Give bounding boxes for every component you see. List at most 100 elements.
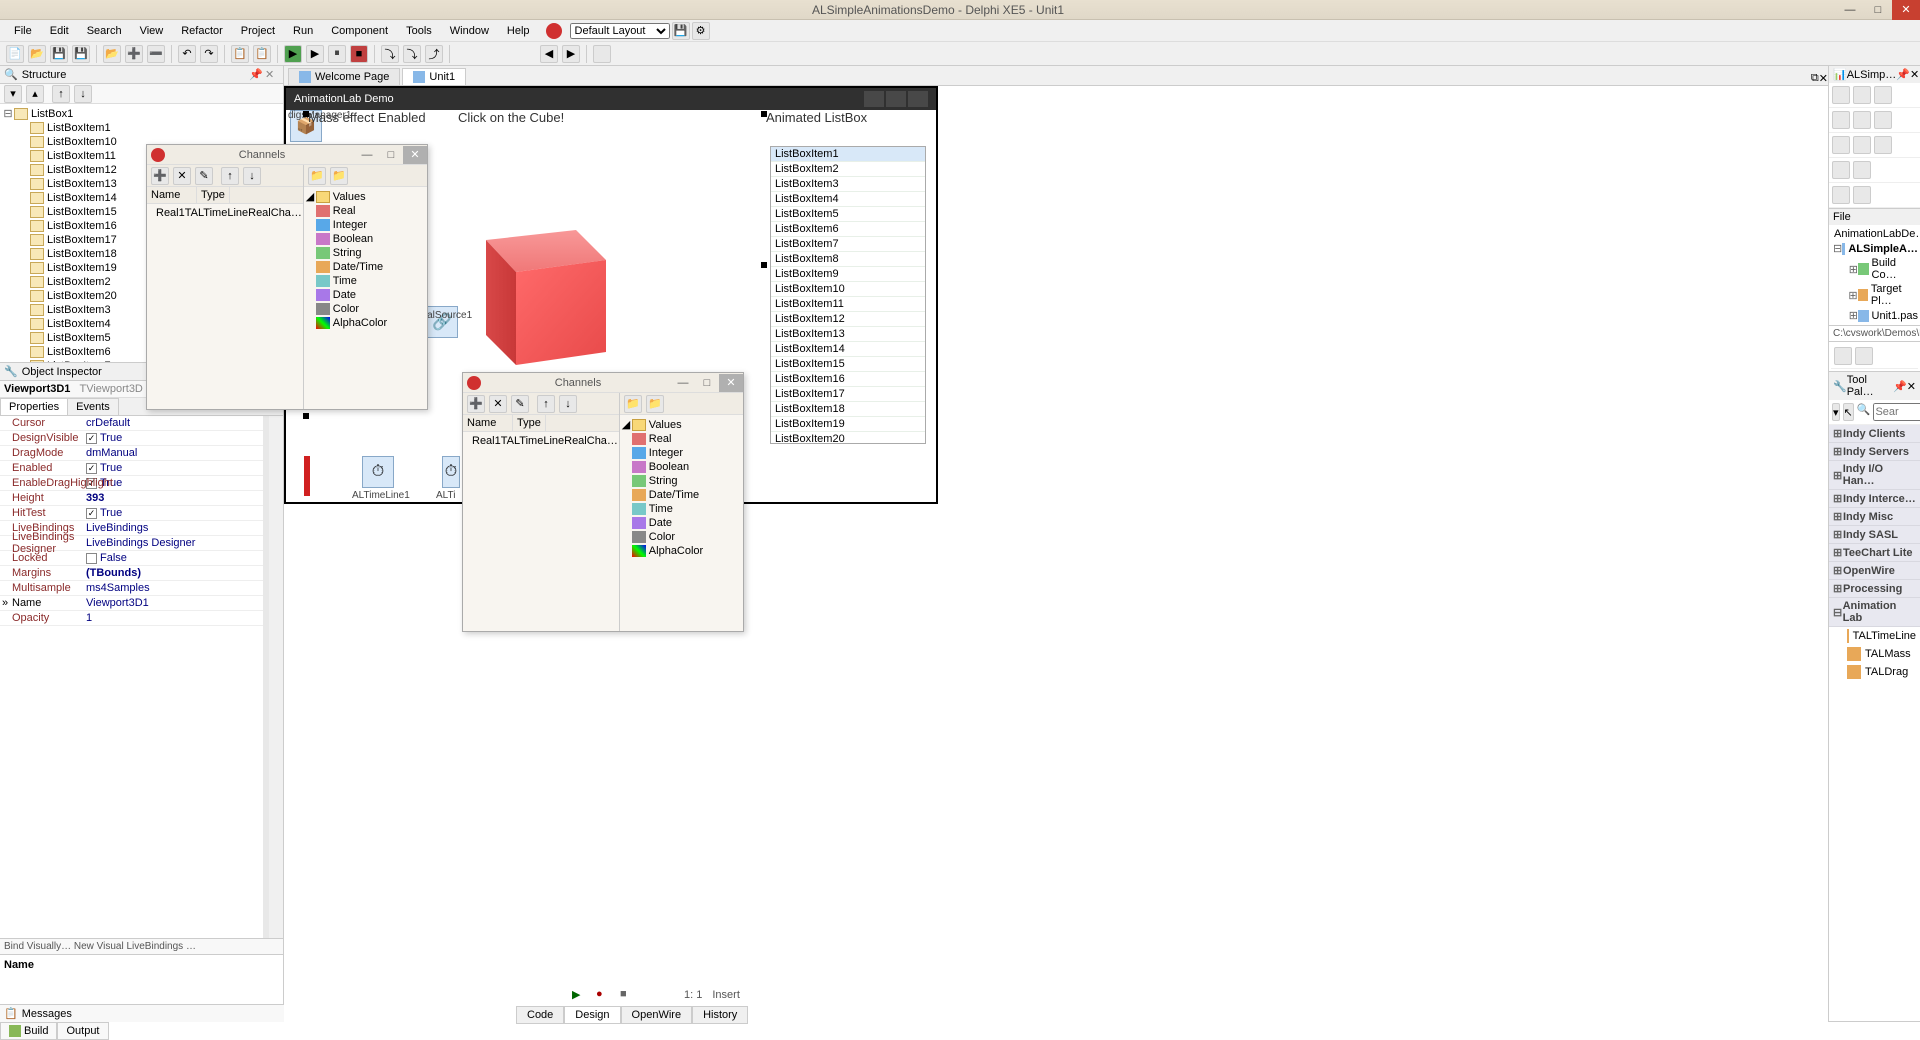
toolpal-category[interactable]: ⊞Processing (1829, 580, 1920, 598)
messages-panel[interactable]: 📋Messages (0, 1004, 284, 1022)
menu-run[interactable]: Run (285, 22, 321, 40)
run-nodebug-button[interactable]: ▶ (306, 45, 324, 63)
proj-pin-icon[interactable]: 📌 (1896, 68, 1910, 81)
listbox-item[interactable]: ListBoxItem4 (771, 192, 925, 207)
property-row[interactable]: CursorcrDefault (0, 416, 263, 431)
menu-help[interactable]: Help (499, 22, 538, 40)
toolpal-arrow-button[interactable]: ↖ (1843, 403, 1854, 421)
play-icon[interactable]: ▶ (572, 988, 586, 1002)
ch-up-button[interactable]: ↑ (221, 167, 239, 185)
layout-select[interactable]: Default Layout (570, 23, 670, 39)
menu-edit[interactable]: Edit (42, 22, 77, 40)
save-button[interactable]: 💾 (50, 45, 68, 63)
channels-window-1[interactable]: Channels — □ ✕ ➕ ✕ ✎ ↑ ↓ Name Type Real1… (146, 144, 428, 410)
proj-tb2[interactable] (1853, 86, 1871, 104)
channel-row[interactable]: Real1TALTimeLineRealCha… (465, 434, 617, 448)
proj-tb10[interactable] (1832, 161, 1850, 179)
property-row[interactable]: Margins(TBounds) (0, 566, 263, 581)
structure-pin-icon[interactable]: 📌 (249, 68, 263, 82)
paste-button[interactable]: 📋 (253, 45, 271, 63)
toolpal-search-input[interactable] (1873, 403, 1920, 421)
dataview-button[interactable] (1855, 347, 1873, 365)
proj-tb5[interactable] (1853, 111, 1871, 129)
undo-button[interactable]: ↶ (178, 45, 196, 63)
open-button[interactable]: 📂 (28, 45, 46, 63)
value-type-item[interactable]: Boolean (316, 232, 425, 246)
run-circle-icon[interactable] (546, 23, 562, 39)
stop-button[interactable]: ■ (350, 45, 368, 63)
channels-close-button[interactable]: ✕ (719, 374, 743, 392)
value-type-item[interactable]: Real (632, 432, 741, 446)
new-button[interactable]: 📄 (6, 45, 24, 63)
doc-restore-icon[interactable]: ⧉ (1811, 72, 1819, 85)
property-row[interactable]: LockedFalse (0, 551, 263, 566)
ch-add-button[interactable]: ➕ (467, 395, 485, 413)
structure-down-button[interactable]: ↓ (74, 85, 92, 103)
tab-design[interactable]: Design (564, 1006, 620, 1024)
tree-item[interactable]: ListBoxItem1 (2, 121, 281, 135)
channels-window-2[interactable]: Channels — □ ✕ ➕ ✕ ✎ ↑ ↓ Name Type Real1… (462, 372, 744, 632)
listbox-item[interactable]: ListBoxItem5 (771, 207, 925, 222)
toolpal-category[interactable]: ⊞Indy Misc (1829, 508, 1920, 526)
listbox-item[interactable]: ListBoxItem15 (771, 357, 925, 372)
proj-tb3[interactable] (1874, 86, 1892, 104)
menu-file[interactable]: File (6, 22, 40, 40)
property-grid[interactable]: CursorcrDefaultDesignVisible✓TrueDragMod… (0, 416, 263, 938)
toolpal-category[interactable]: ⊞Indy SASL (1829, 526, 1920, 544)
value-type-item[interactable]: String (316, 246, 425, 260)
property-row[interactable]: Height393 (0, 491, 263, 506)
ch-folder1-button[interactable]: 📁 (624, 395, 642, 413)
channels-close-button[interactable]: ✕ (403, 146, 427, 164)
proj-tb6[interactable] (1874, 111, 1892, 129)
proj-close-icon[interactable]: ✕ (1910, 68, 1919, 81)
toolpal-category[interactable]: ⊞OpenWire (1829, 562, 1920, 580)
ch-col-type[interactable]: Type (197, 187, 230, 203)
menu-project[interactable]: Project (233, 22, 283, 40)
listbox-item[interactable]: ListBoxItem19 (771, 417, 925, 432)
tab-output[interactable]: Output (57, 1022, 108, 1040)
ch-col-name[interactable]: Name (463, 415, 513, 431)
component-timeline-icon[interactable]: ⏱ (362, 456, 394, 488)
listbox-item[interactable]: ListBoxItem3 (771, 177, 925, 192)
proj-tb13[interactable] (1853, 186, 1871, 204)
property-row[interactable]: Enabled✓True (0, 461, 263, 476)
saveall-button[interactable]: 💾 (72, 45, 90, 63)
proj-tb7[interactable] (1832, 136, 1850, 154)
listbox-item[interactable]: ListBoxItem17 (771, 387, 925, 402)
cube-shape[interactable] (446, 210, 626, 390)
channels-min-button[interactable]: — (671, 374, 695, 392)
structure-close-icon[interactable]: ✕ (265, 68, 279, 82)
stop-icon[interactable]: ■ (620, 988, 634, 1002)
ch-del-button[interactable]: ✕ (173, 167, 191, 185)
ch-down-button[interactable]: ↓ (559, 395, 577, 413)
value-type-item[interactable]: Integer (316, 218, 425, 232)
proj-tb1[interactable] (1832, 86, 1850, 104)
listbox-item[interactable]: ListBoxItem16 (771, 372, 925, 387)
doc-close-icon[interactable]: ✕ (1819, 72, 1828, 85)
proj-tb12[interactable] (1832, 186, 1850, 204)
property-row[interactable]: NameViewport3D1 (0, 596, 263, 611)
toolpal-cats-button[interactable]: ▾ (1832, 403, 1840, 421)
animated-listbox[interactable]: ListBoxItem1ListBoxItem2ListBoxItem3List… (770, 146, 926, 444)
ch-down-button[interactable]: ↓ (243, 167, 261, 185)
ch-folder2-button[interactable]: 📁 (330, 167, 348, 185)
tab-events[interactable]: Events (67, 398, 119, 415)
toolpal-category[interactable]: ⊞Indy Clients (1829, 425, 1920, 443)
proj-tb11[interactable] (1853, 161, 1871, 179)
property-row[interactable]: DesignVisible✓True (0, 431, 263, 446)
project-tree[interactable]: AnimationLabDe… ⊟ALSimpleA… ⊞Build Co… ⊞… (1829, 225, 1920, 325)
pause-button[interactable]: ⏸ (328, 45, 346, 63)
remove-file-button[interactable]: ➖ (147, 45, 165, 63)
run-button[interactable]: ▶ (284, 45, 302, 63)
listbox-item[interactable]: ListBoxItem9 (771, 267, 925, 282)
value-type-item[interactable]: Color (632, 530, 741, 544)
menu-window[interactable]: Window (442, 22, 497, 40)
gear-icon[interactable]: ⚙ (692, 22, 710, 40)
ch-folder2-button[interactable]: 📁 (646, 395, 664, 413)
toolpal-pin-icon[interactable]: 📌 (1893, 380, 1907, 393)
channel-row[interactable]: Real1TALTimeLineRealCha… (149, 206, 301, 220)
open-project-button[interactable]: 📂 (103, 45, 121, 63)
value-type-item[interactable]: Boolean (632, 460, 741, 474)
value-type-item[interactable]: Date (632, 516, 741, 530)
toolpal-category[interactable]: ⊟Animation Lab (1829, 598, 1920, 627)
